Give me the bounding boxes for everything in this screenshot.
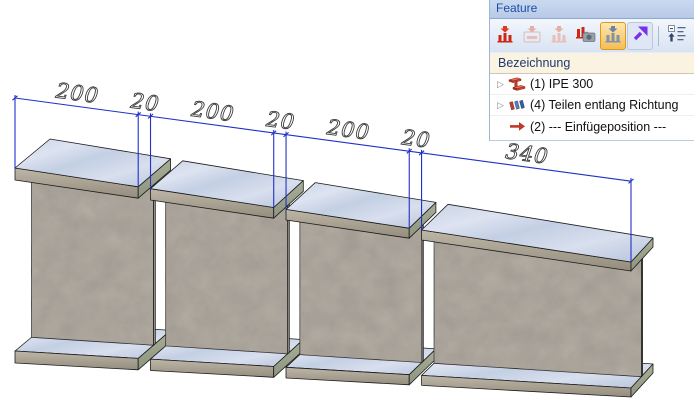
- insert-feature-above-button[interactable]: [519, 22, 545, 50]
- web-end-face: [641, 257, 643, 378]
- tree-column-header[interactable]: Bezeichnung: [490, 53, 694, 74]
- goto-feature-button[interactable]: [627, 21, 653, 50]
- goto-feature-icon: [631, 25, 649, 47]
- ipe-beam-icon: [507, 77, 527, 92]
- collapse-tree-icon: [667, 24, 687, 48]
- feature-tree-row-label: (1) IPE 300: [530, 77, 594, 91]
- feature-tree-row[interactable]: ▷ (1) IPE 300: [490, 74, 694, 95]
- feature-list-icon: [603, 24, 623, 48]
- dimension-label: 20: [128, 89, 161, 117]
- insert-feature-icon: [495, 24, 515, 48]
- feature-snapshot-icon: [575, 24, 597, 48]
- insert-feature-below-icon: [549, 24, 569, 48]
- expander-icon[interactable]: ▷: [494, 100, 507, 110]
- feature-snapshot-button[interactable]: [573, 22, 599, 50]
- feature-list-button[interactable]: [600, 21, 626, 50]
- expander-icon[interactable]: ▷: [494, 79, 507, 89]
- feature-tree-row[interactable]: (2) --- Einfügeposition ---: [490, 116, 694, 137]
- insert-feature-below-button[interactable]: [546, 22, 572, 50]
- feature-tree-row-label: (4) Teilen entlang Richtung: [530, 98, 679, 112]
- toolbar-separator: [658, 25, 659, 46]
- beam-segment[interactable]: [285, 182, 437, 386]
- web-end-face: [287, 203, 290, 355]
- feature-panel-header[interactable]: Feature: [490, 0, 694, 19]
- feature-tree-row-label: (2) --- Einfügeposition ---: [530, 119, 667, 134]
- beam-segment[interactable]: [14, 138, 172, 371]
- divide-along-direction-icon: [507, 98, 527, 113]
- collapse-tree-button[interactable]: [664, 22, 690, 50]
- web-end-face: [421, 224, 424, 363]
- insert-feature-button[interactable]: [492, 22, 518, 50]
- feature-tree-row[interactable]: ▷ (4) Teilen entlang Richtung: [490, 95, 694, 116]
- insert-feature-above-icon: [522, 24, 542, 48]
- cad-window: 200202002020020340 Feature 2 Bezeichnung…: [0, 0, 694, 417]
- dimension-label: 20: [264, 107, 297, 135]
- tree-column-header-label: Bezeichnung: [498, 56, 571, 70]
- feature-panel-title: Feature: [496, 1, 538, 15]
- beam-segment[interactable]: [150, 160, 304, 378]
- feature-tree: ▷ (1) IPE 300 ▷ (4) Teilen entlang Richtung…: [490, 74, 694, 137]
- web-end-face: [153, 182, 156, 346]
- dimension-label: 20: [400, 125, 433, 153]
- feature-toolbar: 2: [490, 19, 694, 53]
- insert-position-arrow-icon: [507, 121, 527, 132]
- feature-panel: Feature 2 Bezeichnung ▷ (1) IPE 300 ▷ (4) T…: [489, 0, 694, 141]
- beam-segment[interactable]: [421, 203, 654, 398]
